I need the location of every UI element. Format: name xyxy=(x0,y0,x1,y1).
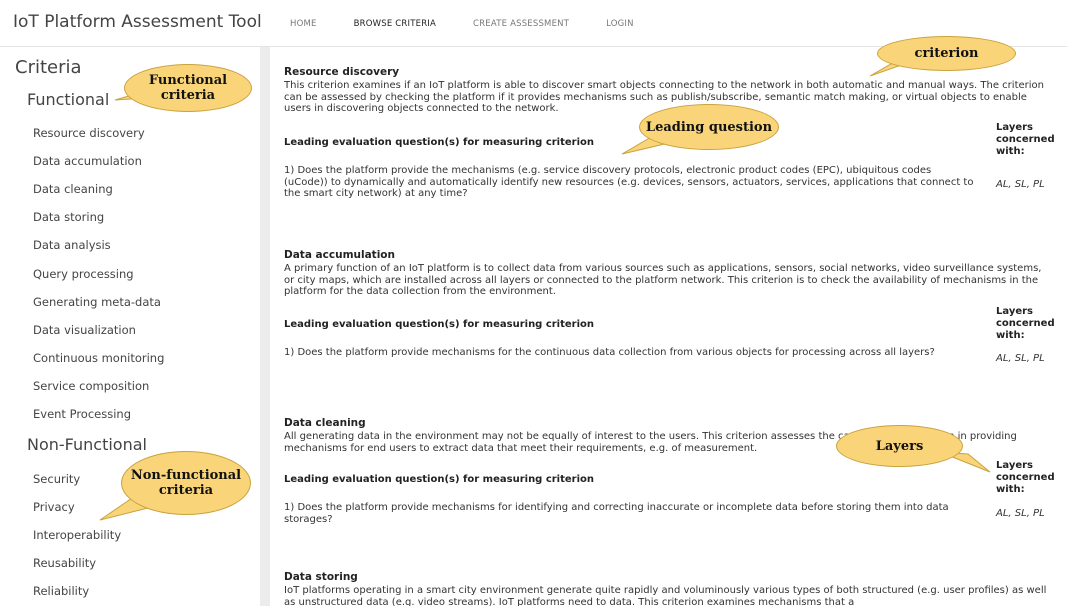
sidebar-title: Criteria xyxy=(15,57,82,78)
callout-nonfunctional-criteria: Non-functional criteria xyxy=(121,451,251,515)
criterion-description: IoT platforms operating in a smart city … xyxy=(284,585,1047,606)
sidebar-item-service-composition[interactable]: Service composition xyxy=(33,379,149,393)
leading-question-heading: Leading evaluation question(s) for measu… xyxy=(284,137,595,148)
leading-question: 1) Does the platform provide mechanisms … xyxy=(284,502,949,525)
criterion-block: Data accumulation A primary function of … xyxy=(284,249,1056,298)
nav-login[interactable]: LOGIN xyxy=(606,19,634,29)
leading-question-heading: Leading evaluation question(s) for measu… xyxy=(284,319,595,330)
layers-heading: Layers concerned with: xyxy=(996,306,1055,341)
criterion-description: A primary function of an IoT platform is… xyxy=(284,263,1042,297)
nonfunctional-heading: Non-Functional xyxy=(27,435,147,454)
nav-browse-criteria[interactable]: BROWSE CRITERIA xyxy=(354,19,436,29)
main-nav: HOME BROWSE CRITERIA CREATE ASSESSMENT L… xyxy=(290,19,671,29)
app-title[interactable]: IoT Platform Assessment Tool xyxy=(13,12,262,32)
functional-heading: Functional xyxy=(27,90,110,109)
criterion-title: Data cleaning xyxy=(284,417,366,429)
content-area: Criteria Functional Resource discovery D… xyxy=(8,47,1067,606)
sidebar-item-data-cleaning[interactable]: Data cleaning xyxy=(33,182,113,196)
layers-heading: Layers concerned with: xyxy=(996,122,1055,157)
sidebar-item-query-processing[interactable]: Query processing xyxy=(33,267,134,281)
callout-criterion: criterion xyxy=(877,36,1016,71)
sidebar-item-data-visualization[interactable]: Data visualization xyxy=(33,323,136,337)
leading-question-heading: Leading evaluation question(s) for measu… xyxy=(284,474,595,485)
layers-value: AL, SL, PL xyxy=(996,179,1045,190)
nav-home[interactable]: HOME xyxy=(290,19,317,29)
sidebar-item-security[interactable]: Security xyxy=(33,472,80,486)
layers-heading: Layers concerned with: xyxy=(996,460,1055,495)
sidebar-item-resource-discovery[interactable]: Resource discovery xyxy=(33,126,145,140)
callout-layers: Layers xyxy=(836,425,963,467)
sidebar-item-reusability[interactable]: Reusability xyxy=(33,556,96,570)
criteria-sidebar: Criteria Functional Resource discovery D… xyxy=(8,47,260,606)
callout-functional-criteria: Functional criteria xyxy=(124,64,252,112)
sidebar-item-reliability[interactable]: Reliability xyxy=(33,584,89,598)
sidebar-item-event-processing[interactable]: Event Processing xyxy=(33,407,131,421)
sidebar-item-interoperability[interactable]: Interoperability xyxy=(33,528,121,542)
sidebar-item-data-accumulation[interactable]: Data accumulation xyxy=(33,154,142,168)
sidebar-item-generating-meta-data[interactable]: Generating meta-data xyxy=(33,295,161,309)
sidebar-item-continuous-monitoring[interactable]: Continuous monitoring xyxy=(33,351,164,365)
nav-create-assessment[interactable]: CREATE ASSESSMENT xyxy=(473,19,569,29)
sidebar-item-data-analysis[interactable]: Data analysis xyxy=(33,238,111,252)
layers-value: AL, SL, PL xyxy=(996,353,1045,364)
criterion-block: Data storing IoT platforms operating in … xyxy=(284,571,1056,606)
layers-value: AL, SL, PL xyxy=(996,508,1045,519)
callout-leading-question: Leading question xyxy=(639,104,779,150)
sidebar-item-privacy[interactable]: Privacy xyxy=(33,500,75,514)
sidebar-item-data-storing[interactable]: Data storing xyxy=(33,210,104,224)
leading-question: 1) Does the platform provide mechanisms … xyxy=(284,347,935,358)
criterion-title: Data storing xyxy=(284,571,358,583)
criterion-title: Data accumulation xyxy=(284,249,395,261)
leading-question: 1) Does the platform provide the mechani… xyxy=(284,165,974,199)
